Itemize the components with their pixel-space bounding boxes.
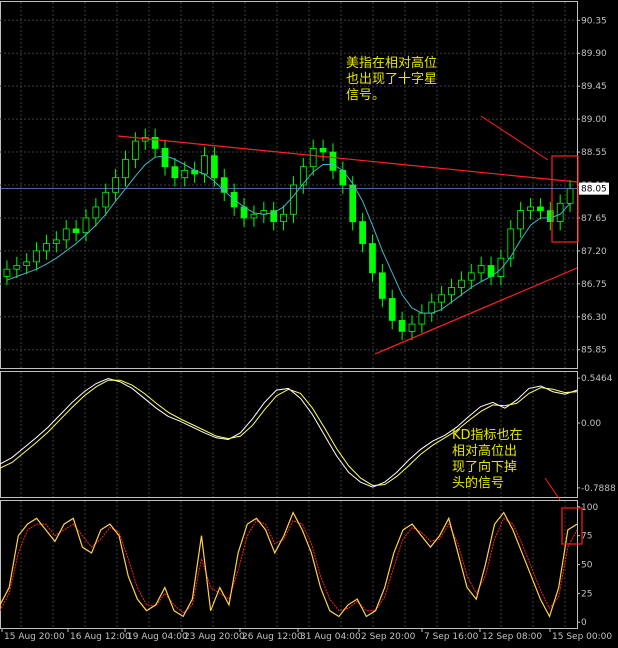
price-candle-body	[33, 250, 40, 263]
osc-tick-label: 0.5464	[581, 374, 613, 384]
price-candle-body	[13, 265, 21, 270]
x-tick-label: 2 Sep 20:00	[361, 632, 416, 642]
price-tick-label: 87.20	[581, 247, 607, 257]
price-candle-body	[527, 206, 534, 212]
price-candle-body	[369, 243, 376, 274]
price-tick-label: 90.35	[581, 16, 607, 26]
price-candle-body	[398, 320, 406, 332]
sto-tick-label: 75	[581, 532, 592, 542]
price-candle-body	[467, 272, 475, 281]
price-tick-label: 89.00	[581, 115, 607, 125]
price-candle-body	[428, 301, 436, 314]
price-candle-body	[458, 279, 465, 288]
price-tick-label: 87.65	[581, 214, 607, 224]
price-candle-body	[82, 217, 90, 233]
forex-chart: 90.3589.9089.4589.0088.5588.1087.6587.20…	[0, 0, 618, 644]
price-candle-body	[132, 140, 139, 160]
x-tick-label: 12 Sep 08:00	[482, 632, 542, 642]
price-candle-body	[171, 166, 179, 179]
price-candle-body	[62, 228, 70, 241]
price-candle-body	[418, 312, 426, 325]
price-candle-body	[72, 228, 80, 233]
kd-annotation-text: KD指标也在 相对高位出 现了向下掉 头的信号	[452, 428, 523, 491]
osc-tick-label: -0.7888	[581, 484, 616, 494]
price-candle-body	[537, 206, 544, 212]
price-candle-body	[220, 177, 228, 193]
x-tick-label: 23 Aug 20:00	[184, 632, 245, 642]
price-tick-label: 86.75	[581, 280, 607, 290]
price-candle-body	[112, 177, 119, 193]
price-candle-body	[359, 221, 366, 244]
x-tick-label: 15 Sep 00:00	[552, 632, 612, 642]
price-candle-body	[349, 184, 357, 222]
price-tick-label: 89.90	[581, 49, 607, 59]
price-annotation-text: 美指在相对高位 也出现了十字星 信号。	[346, 56, 438, 103]
price-candle-body	[181, 169, 189, 179]
price-candle-body	[309, 147, 317, 168]
price-candle-body	[299, 166, 307, 186]
price-candle-body	[290, 184, 297, 215]
x-tick-label: 15 Aug 20:00	[4, 632, 65, 642]
price-candle-body	[43, 243, 50, 252]
price-tick-label: 88.55	[581, 148, 607, 158]
price-candle-body	[201, 155, 208, 175]
x-tick-label: 31 Aug 04:00	[300, 632, 361, 642]
x-tick-label: 16 Aug 12:00	[70, 632, 131, 642]
price-candle-body	[438, 294, 445, 303]
price-candle-body	[161, 147, 169, 168]
price-candle-body	[448, 287, 455, 296]
x-tick-label: 19 Aug 04:00	[127, 632, 188, 642]
price-candle-body	[378, 272, 386, 299]
price-candle-body	[102, 191, 110, 208]
price-candle-body	[52, 239, 60, 244]
price-candle-body	[388, 298, 396, 321]
price-candle-body	[566, 188, 574, 204]
x-tick-label: 26 Aug 12:00	[242, 632, 303, 642]
osc-tick-label: 0.00	[581, 419, 601, 429]
price-tick-label: 85.85	[581, 346, 607, 356]
price-candle-body	[250, 213, 258, 219]
sto-tick-label: 100	[581, 503, 598, 513]
price-candle-body	[92, 206, 100, 219]
price-candle-body	[408, 323, 416, 332]
x-tick-label: 7 Sep 16:00	[424, 632, 479, 642]
price-candle-body	[211, 155, 218, 179]
price-candle-body	[319, 147, 327, 153]
sto-tick-label: 25	[581, 589, 592, 599]
price-candle-body	[3, 268, 11, 277]
price-candle-body	[122, 158, 129, 179]
price-candle-body	[517, 210, 525, 230]
current-price-label: 88.05	[581, 185, 607, 195]
chart-canvas: 90.3589.9089.4589.0088.5588.1087.6587.20…	[0, 0, 618, 644]
price-tick-label: 86.30	[581, 313, 607, 323]
price-candle-body	[329, 151, 337, 171]
sto-tick-label: 50	[581, 561, 593, 571]
price-candle-body	[23, 261, 31, 266]
price-tick-label: 89.45	[581, 82, 607, 92]
sto-tick-label: 0	[581, 618, 587, 628]
price-candle-body	[477, 265, 485, 274]
price-candle-body	[280, 213, 287, 222]
